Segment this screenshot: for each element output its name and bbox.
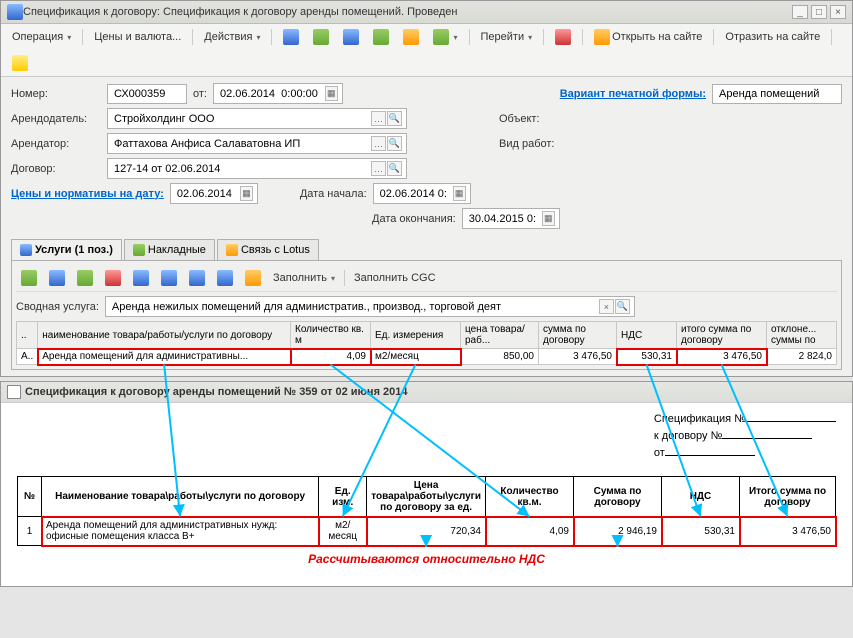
sort-desc-icon	[217, 270, 233, 286]
calendar-icon[interactable]: ▦	[542, 211, 555, 226]
start-label: Дата начала:	[300, 188, 367, 200]
help-button[interactable]	[7, 52, 33, 74]
tab-waybills[interactable]: Накладные	[124, 239, 215, 260]
contract-label: Договор:	[11, 163, 101, 175]
window-title: Спецификация к договору: Спецификация к …	[23, 6, 789, 18]
lotus-icon	[226, 244, 238, 256]
goto-menu[interactable]: Перейти	[476, 28, 538, 46]
worktype-label: Вид работ:	[499, 138, 554, 150]
reflect-site-button[interactable]: Отразить на сайте	[720, 28, 825, 46]
fill-button[interactable]: Заполнить	[268, 269, 340, 287]
calendar-icon[interactable]: ▦	[325, 86, 338, 101]
operation-menu[interactable]: Операция	[7, 28, 76, 46]
number-field[interactable]	[107, 84, 187, 104]
delete-icon	[105, 270, 121, 286]
icon-button[interactable]	[428, 26, 462, 48]
waybills-icon	[133, 244, 145, 256]
fillcgc-button[interactable]: Заполнить CGC	[349, 269, 441, 287]
tab-lotus[interactable]: Связь с Lotus	[217, 239, 319, 260]
end-label: Дата окончания:	[372, 213, 456, 225]
dtkr-icon	[555, 29, 571, 45]
down-icon	[161, 270, 177, 286]
end-field[interactable]: ▦	[462, 208, 560, 229]
number-label: Номер:	[11, 88, 101, 100]
from-label: от:	[193, 88, 207, 100]
add-icon	[21, 270, 37, 286]
printform-title: Спецификация к договору аренды помещений…	[1, 382, 852, 403]
search-icon[interactable]: 🔍	[387, 111, 402, 126]
edit-icon	[77, 270, 93, 286]
lessor-label: Арендодатель:	[11, 113, 101, 125]
icon-button[interactable]	[398, 26, 424, 48]
search-icon[interactable]: 🔍	[387, 161, 402, 176]
print-table: № Наименование товара\работы\услуги по д…	[17, 476, 836, 546]
app-icon	[7, 4, 23, 20]
lessee-field[interactable]: …🔍	[107, 133, 407, 154]
icon-button[interactable]	[368, 26, 394, 48]
search-icon[interactable]: 🔍	[615, 299, 630, 314]
print-icon	[433, 29, 449, 45]
icon-button[interactable]	[308, 26, 334, 48]
grid-row[interactable]: А.. Аренда помещений для административны…	[17, 349, 837, 365]
minimize-button[interactable]: _	[792, 5, 808, 19]
grid-toolbar: Заполнить Заполнить CGC	[16, 265, 837, 292]
lessee-label: Арендатор:	[11, 138, 101, 150]
printform-field[interactable]	[712, 84, 842, 104]
extra-icon	[245, 270, 261, 286]
icon-button[interactable]	[278, 26, 304, 48]
norm-date-label[interactable]: Цены и нормативы на дату:	[11, 188, 164, 200]
search-icon[interactable]: 🔍	[387, 136, 402, 151]
contract-field[interactable]: …🔍	[107, 158, 407, 179]
help-icon	[12, 55, 28, 71]
post-icon	[313, 29, 329, 45]
object-label: Объект:	[499, 113, 540, 125]
save-icon	[343, 29, 359, 45]
ok-icon	[373, 29, 389, 45]
printform-label[interactable]: Вариант печатной формы:	[560, 88, 706, 100]
icon-button[interactable]	[338, 26, 364, 48]
titlebar: Спецификация к договору: Спецификация к …	[1, 1, 852, 24]
select-icon[interactable]: …	[371, 136, 386, 151]
services-icon	[20, 244, 32, 256]
basis-icon	[403, 29, 419, 45]
select-icon[interactable]: …	[371, 111, 386, 126]
calendar-icon[interactable]: ▦	[240, 186, 253, 201]
refresh-icon	[283, 29, 299, 45]
doc-icon	[7, 385, 21, 399]
actions-menu[interactable]: Действия	[199, 28, 265, 46]
sort-asc-icon	[189, 270, 205, 286]
close-button[interactable]: ×	[830, 5, 846, 19]
site-icon	[594, 29, 610, 45]
summary-field[interactable]: ×🔍	[105, 296, 635, 317]
services-grid: .. наименование товара/работы/услуги по …	[16, 321, 837, 365]
print-row: 1 Аренда помещений для административных …	[18, 517, 836, 546]
calc-note: Рассчитываются относительно НДС	[17, 552, 836, 566]
calendar-icon[interactable]: ▦	[453, 186, 466, 201]
maximize-button[interactable]: □	[811, 5, 827, 19]
summary-label: Сводная услуга:	[16, 301, 99, 313]
tab-services[interactable]: Услуги (1 поз.)	[11, 239, 122, 260]
copy-icon	[49, 270, 65, 286]
dtkr-button[interactable]	[550, 26, 576, 48]
from-field[interactable]: ▦	[213, 83, 343, 104]
open-site-button[interactable]: Открыть на сайте	[589, 26, 707, 48]
clear-icon[interactable]: ×	[599, 299, 614, 314]
start-field[interactable]: ▦	[373, 183, 471, 204]
select-icon[interactable]: …	[371, 161, 386, 176]
printform-header: Спецификация № к договору № от	[17, 411, 836, 462]
main-toolbar: Операция Цены и валюта... Действия Перей…	[1, 24, 852, 77]
up-icon	[133, 270, 149, 286]
prices-button[interactable]: Цены и валюта...	[89, 28, 186, 46]
norm-date-field[interactable]: ▦	[170, 183, 258, 204]
lessor-field[interactable]: …🔍	[107, 108, 407, 129]
